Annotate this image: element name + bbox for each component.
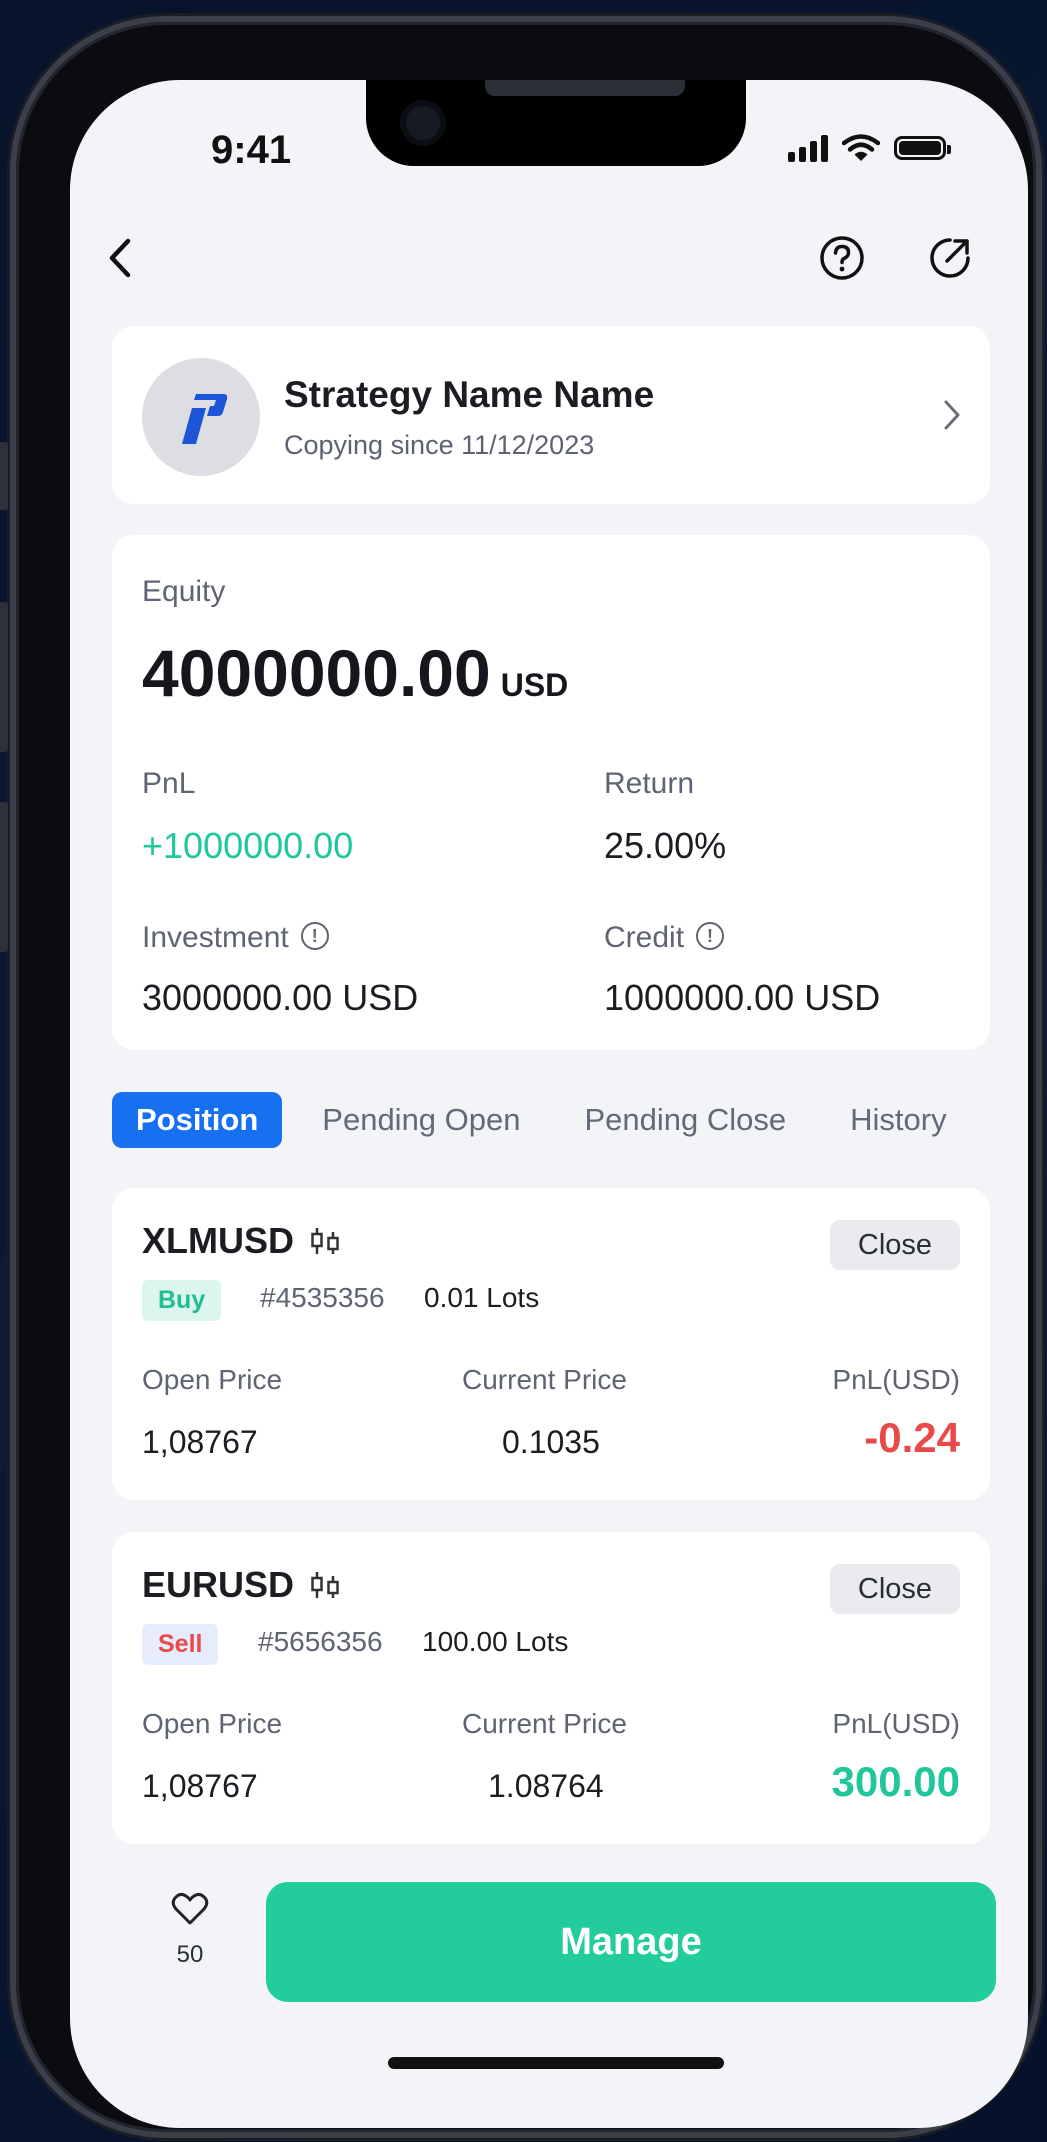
volume-up-button [0,602,8,752]
battery-icon [894,136,951,160]
close-position-button[interactable]: Close [830,1220,960,1270]
pnl-usd-label: PnL(USD) [832,1708,960,1739]
credit-value: 1000000.00 USD [604,977,881,1018]
pnl-label: PnL [142,767,196,800]
ticket-number: #4535356 [260,1282,385,1313]
heart-icon [171,1892,209,1925]
equity-amount: 4000000.00 [142,636,491,710]
credit-label: Credit [604,921,685,954]
position-symbol: XLMUSD [142,1220,294,1261]
open-price-label: Open Price [142,1708,283,1739]
strategy-name: Strategy Name Name [284,374,655,415]
back-button[interactable] [90,228,150,288]
lots: 100.00 Lots [422,1626,569,1657]
pnl-usd-label: PnL(USD) [832,1364,960,1395]
position-symbol: EURUSD [142,1564,295,1605]
equity-value: 4000000.00 USD [142,635,568,711]
return-label: Return [604,767,695,800]
open-price: 1,08767 [142,1768,258,1804]
investment-label-row: Investment! [142,921,329,955]
phone-frame: 9:41 Strategy Name Name Copying since 11… [0,22,1036,2132]
credit-label-row: Credit! [604,921,725,955]
tab-pending-open[interactable]: Pending Open [298,1092,544,1148]
tab-position[interactable]: Position [112,1092,283,1148]
strategy-logo-icon [182,394,228,444]
status-time: 9:41 [211,128,292,172]
top-nav [70,220,1028,300]
wifi-icon [842,134,880,161]
status-icons [788,134,951,162]
chevron-left-icon [109,238,131,278]
close-position-button[interactable]: Close [830,1564,960,1614]
ticket-number: #5656356 [258,1626,383,1657]
investment-label: Investment [142,921,289,954]
side-badge: Sell [142,1624,219,1665]
open-price: 1,08767 [142,1424,258,1460]
strategy-logo [142,358,260,476]
current-price-label: Current Price [462,1364,627,1395]
current-price: 1.08764 [488,1768,604,1804]
position-pnl: 300.00 [831,1758,960,1805]
equity-unit: USD [500,667,569,703]
candlestick-icon[interactable] [308,1570,342,1600]
current-price: 0.1035 [502,1424,600,1460]
investment-value: 3000000.00 USD [142,977,419,1018]
current-price-label: Current Price [462,1708,627,1739]
side-badge: Buy [142,1280,222,1321]
position-card[interactable]: XLMUSD Close Buy #4535356 0.01 Lots Open… [112,1188,990,1500]
position-pnl: -0.24 [864,1414,960,1461]
front-camera [400,100,446,146]
tab-history[interactable]: History [826,1092,970,1148]
copying-since: Copying since 11/12/2023 [284,430,595,460]
lots: 0.01 Lots [424,1282,540,1313]
mute-switch [0,442,8,510]
strategy-card[interactable]: Strategy Name Name Copying since 11/12/2… [112,326,990,504]
manage-button[interactable]: Manage [266,1882,996,2002]
tab-pending-close[interactable]: Pending Close [561,1092,811,1148]
equity-label: Equity [142,575,226,608]
speaker [485,80,685,96]
share-button[interactable] [920,228,980,288]
favorite-button[interactable]: 50 [150,1892,230,1969]
info-icon[interactable]: ! [696,922,725,951]
share-icon [930,238,970,278]
question-circle-icon [820,236,864,280]
favorite-count: 50 [176,1941,204,1968]
position-tabs: Position Pending Open Pending Close History [112,1092,1028,1148]
candlestick-icon[interactable] [308,1226,342,1256]
chevron-right-icon [944,400,960,430]
position-symbol-row: XLMUSD [142,1220,342,1262]
home-indicator[interactable] [388,2057,724,2069]
position-card[interactable]: EURUSD Close Sell #5656356 100.00 Lots O… [112,1532,990,1844]
position-symbol-row: EURUSD [142,1564,342,1606]
open-price-label: Open Price [142,1364,283,1395]
return-value: 25.00% [604,825,727,866]
pnl-value: +1000000.00 [142,825,354,866]
volume-down-button [0,802,8,952]
account-summary-card: Equity 4000000.00 USD PnL +1000000.00 Ret… [112,535,990,1050]
help-button[interactable] [812,228,872,288]
app-screen: 9:41 Strategy Name Name Copying since 11… [70,80,1028,2128]
info-icon[interactable]: ! [300,922,329,951]
signal-icon [788,134,828,162]
